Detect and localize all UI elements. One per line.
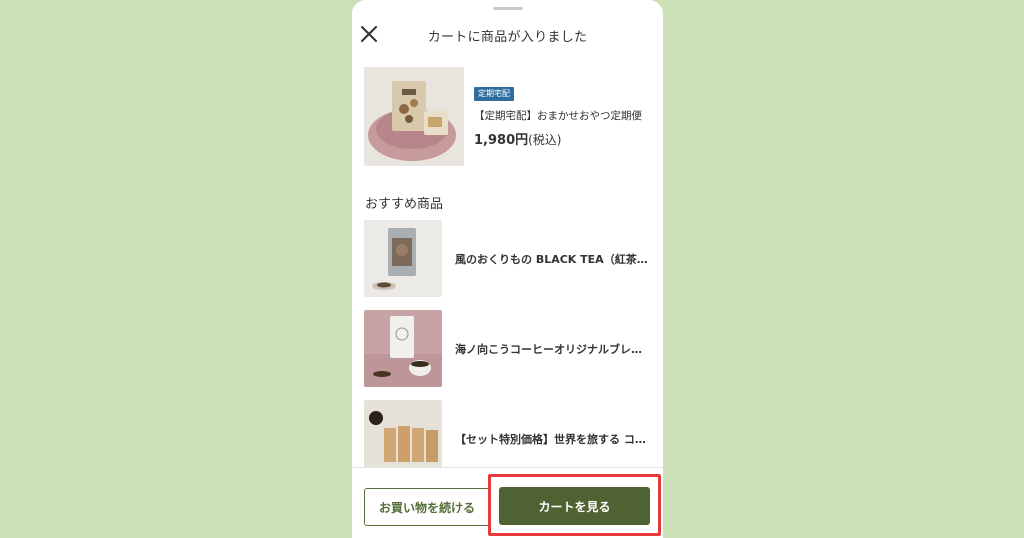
tax-note: (税込)	[528, 133, 562, 147]
recommended-item[interactable]: 風のおくりもの BLACK TEA（紅茶…	[364, 220, 654, 297]
recommended-item-name: 海ノ向こうコーヒーオリジナルブレンド	[455, 342, 651, 356]
added-product-name: 【定期宅配】おまかせおやつ定期便	[474, 110, 642, 122]
recommended-item-name-wrap: 海ノ向こうコーヒーオリジナルブレンド	[455, 310, 651, 387]
recommended-item-name: 風のおくりもの BLACK TEA（紅茶…	[455, 252, 648, 266]
recommended-item-name-wrap: 【セット特別価格】世界を旅する コー…	[455, 400, 651, 477]
recommended-item[interactable]: 海ノ向こうコーヒーオリジナルブレンド	[364, 310, 654, 387]
added-product: 定期宅配 【定期宅配】おまかせおやつ定期便 1,980円(税込)	[364, 67, 652, 166]
product-image-coffee-set	[364, 400, 442, 477]
cart-added-sheet: カートに商品が入りました 定期宅配 【定期宅配】おまかせおやつ定期便 1,980…	[352, 0, 663, 538]
drag-handle[interactable]	[493, 7, 523, 10]
recommended-item-name: 【セット特別価格】世界を旅する コー…	[455, 432, 651, 446]
subscription-badge: 定期宅配	[474, 87, 514, 101]
product-image-snack-basket	[364, 67, 464, 166]
recommendations-title: おすすめ商品	[365, 197, 444, 212]
price-value: 1,980円	[474, 133, 529, 148]
added-product-price: 1,980円(税込)	[474, 129, 562, 148]
product-image-coffee	[364, 310, 442, 387]
product-image-black-tea	[364, 220, 442, 297]
sheet-title: カートに商品が入りました	[427, 30, 588, 45]
view-cart-button[interactable]: カートを見る	[499, 487, 650, 525]
recommended-item-name-wrap: 風のおくりもの BLACK TEA（紅茶…	[455, 220, 651, 297]
recommended-item[interactable]: 【セット特別価格】世界を旅する コー…	[364, 400, 654, 477]
continue-shopping-button[interactable]: お買い物を続ける	[364, 488, 490, 526]
